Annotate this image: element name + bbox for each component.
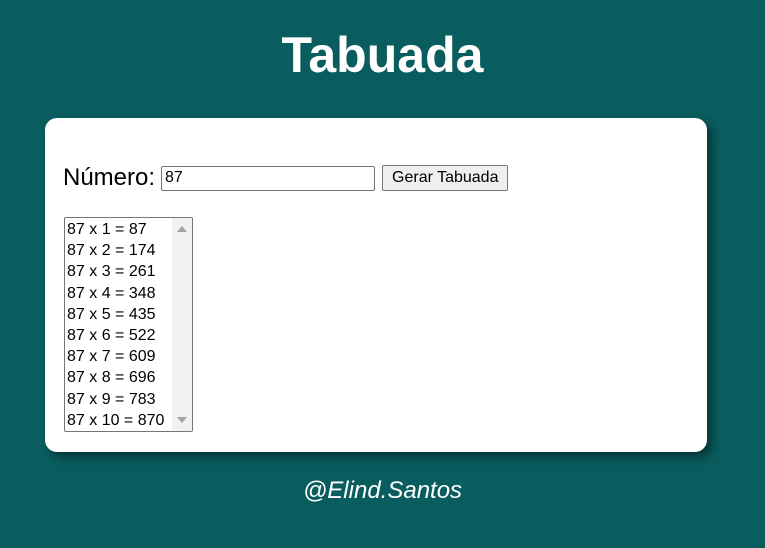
number-label: Número: [63,164,156,191]
scroll-up-arrow-icon[interactable] [177,226,187,232]
result-option[interactable]: 87 x 10 = 870 [67,410,175,431]
result-option[interactable]: 87 x 5 = 435 [67,304,175,325]
result-option[interactable]: 87 x 9 = 783 [67,389,175,410]
listbox-scrollbar[interactable] [172,218,192,431]
result-option[interactable]: 87 x 2 = 174 [67,240,175,261]
author-credit: @Elind.Santos [302,477,463,504]
result-option[interactable]: 87 x 3 = 261 [67,261,175,282]
results-listbox[interactable]: 87 x 1 = 87 87 x 2 = 174 87 x 3 = 261 87… [64,217,193,432]
result-option[interactable]: 87 x 1 = 87 [67,219,175,240]
number-form: Número: Gerar Tabuada [63,164,509,192]
result-option[interactable]: 87 x 6 = 522 [67,325,175,346]
result-option[interactable]: 87 x 7 = 609 [67,346,175,367]
result-option[interactable]: 87 x 8 = 696 [67,367,175,388]
scroll-down-arrow-icon[interactable] [177,417,187,423]
page-title: Tabuada [281,27,484,83]
generate-table-button[interactable]: Gerar Tabuada [382,165,509,191]
tabuada-card: Número: Gerar Tabuada 87 x 1 = 87 87 x 2… [45,118,707,452]
number-input[interactable] [161,165,376,191]
page: Tabuada Número: Gerar Tabuada 87 x 1 = 8… [0,0,765,548]
result-option[interactable]: 87 x 4 = 348 [67,283,175,304]
results-list: 87 x 1 = 87 87 x 2 = 174 87 x 3 = 261 87… [65,218,175,431]
